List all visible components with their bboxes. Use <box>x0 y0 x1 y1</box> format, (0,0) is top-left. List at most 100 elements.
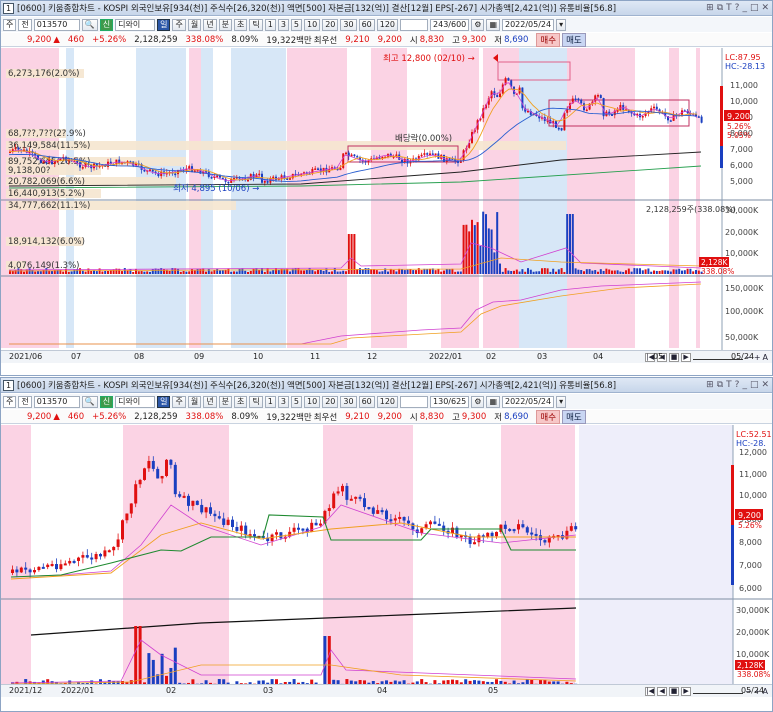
period-day[interactable]: 일 <box>157 395 171 408</box>
scroll-next-icon[interactable]: ▶ <box>681 352 692 362</box>
period-week[interactable]: 주 <box>172 395 186 408</box>
close-icon[interactable]: ✕ <box>761 3 769 13</box>
volume-bar <box>524 271 527 274</box>
interval-120[interactable]: 120 <box>376 18 399 31</box>
period-tick[interactable]: 틱 <box>249 18 263 31</box>
market-select[interactable]: 전 <box>18 395 32 408</box>
stop-icon[interactable]: ■ <box>669 686 680 696</box>
interval-10[interactable]: 10 <box>304 395 321 408</box>
pct-tag: 5.26% <box>727 122 751 131</box>
interval-1[interactable]: 1 <box>264 18 276 31</box>
trade-amount: 19,322백만 <box>266 412 312 423</box>
zoom-in-icon[interactable]: + <box>754 353 761 362</box>
candle <box>143 468 146 480</box>
date-input[interactable]: 2022/05/24 <box>502 18 555 31</box>
stop-icon[interactable]: ■ <box>669 352 680 362</box>
date-picker-icon[interactable]: ▾ <box>556 395 567 408</box>
bar-count[interactable]: 243/600 <box>430 18 470 31</box>
interval-120[interactable]: 120 <box>376 395 399 408</box>
interval-10[interactable]: 10 <box>304 18 321 31</box>
help-icon[interactable]: ? <box>735 3 740 13</box>
period-tick[interactable]: 틱 <box>249 395 263 408</box>
period-minute[interactable]: 분 <box>218 18 232 31</box>
volume-bar <box>191 268 193 274</box>
chart-settings-icon[interactable]: ⚙ <box>471 18 485 31</box>
scroll-next-icon[interactable]: ▶ <box>681 686 692 696</box>
interval-60[interactable]: 60 <box>358 395 375 408</box>
scroll-first-icon[interactable]: |◀ <box>645 686 656 696</box>
auto-icon[interactable]: A <box>763 353 768 362</box>
period-day[interactable]: 일 <box>157 18 171 31</box>
candle <box>429 153 431 155</box>
stock-badge-icon[interactable]: 신 <box>99 18 114 31</box>
font-icon[interactable]: T <box>726 380 732 390</box>
interval-custom-input[interactable] <box>400 18 429 31</box>
stock-code-input[interactable]: 013570 <box>33 18 80 31</box>
high-price: 9,300 <box>461 34 487 45</box>
buy-button[interactable]: 매수 <box>536 32 561 47</box>
volume-bar <box>521 269 524 274</box>
stock-badge-icon[interactable]: 신 <box>99 395 114 408</box>
stock-code-input[interactable]: 013570 <box>33 395 80 408</box>
buy-button[interactable]: 매수 <box>536 409 561 424</box>
turnover: 8.09% <box>231 34 259 45</box>
volume-bar <box>163 269 165 274</box>
price-chart-area-zoomed[interactable]: LC:52.51 HC:-28. 12,00011,00010,0009,000… <box>1 425 773 688</box>
calendar-icon[interactable]: ▦ <box>486 395 500 408</box>
chart-settings-icon[interactable]: ⚙ <box>471 395 485 408</box>
maximize-icon[interactable]: □ <box>750 380 759 390</box>
date-picker-icon[interactable]: ▾ <box>556 18 567 31</box>
interval-3[interactable]: 3 <box>277 18 289 31</box>
sell-button[interactable]: 매도 <box>562 409 586 424</box>
font-icon[interactable]: T <box>726 3 732 13</box>
interval-3[interactable]: 3 <box>277 395 289 408</box>
interval-custom-input[interactable] <box>400 395 429 408</box>
bar-count[interactable]: 130/625 <box>430 395 470 408</box>
period-second[interactable]: 초 <box>233 18 248 31</box>
interval-30[interactable]: 30 <box>340 395 357 408</box>
copy-icon[interactable]: ⧉ <box>717 3 723 13</box>
period-year[interactable]: 년 <box>203 18 217 31</box>
zoom-slider[interactable] <box>693 688 744 694</box>
minimize-icon[interactable]: _ <box>742 380 747 390</box>
interval-20[interactable]: 20 <box>322 18 339 31</box>
volume-bar <box>230 271 233 274</box>
lc-marker <box>720 86 723 146</box>
calendar-icon[interactable]: ▦ <box>486 18 500 31</box>
copy-icon[interactable]: ⧉ <box>717 380 723 390</box>
sell-button[interactable]: 매도 <box>562 32 586 47</box>
scroll-prev-icon[interactable]: ◀ <box>657 686 668 696</box>
volume-bar <box>227 268 230 274</box>
candle <box>81 555 85 558</box>
link-icon[interactable]: ⊞ <box>706 380 714 390</box>
link-icon[interactable]: ⊞ <box>706 3 714 13</box>
price-chart-area[interactable]: 6,273,176(2.0%)68,7??,7??(2?.9%)36,149,5… <box>1 48 773 351</box>
interval-5[interactable]: 5 <box>290 18 302 31</box>
period-second[interactable]: 초 <box>233 395 248 408</box>
candle <box>19 567 23 573</box>
chart-type-select[interactable]: 주 <box>3 18 17 31</box>
interval-20[interactable]: 20 <box>322 395 339 408</box>
search-icon[interactable]: 🔍 <box>81 18 98 31</box>
minimize-icon[interactable]: _ <box>742 3 747 13</box>
current-price: 9,200 <box>27 411 52 422</box>
low-label: 저 <box>494 35 503 46</box>
help-icon[interactable]: ? <box>735 380 740 390</box>
period-month[interactable]: 월 <box>187 395 202 408</box>
period-year[interactable]: 년 <box>203 395 217 408</box>
market-select[interactable]: 전 <box>18 18 32 31</box>
period-minute[interactable]: 분 <box>218 395 232 408</box>
volume-bar <box>473 225 476 274</box>
search-icon[interactable]: 🔍 <box>81 395 98 408</box>
date-tick: 09 <box>194 352 205 361</box>
interval-5[interactable]: 5 <box>290 395 302 408</box>
interval-30[interactable]: 30 <box>340 18 357 31</box>
maximize-icon[interactable]: □ <box>750 3 759 13</box>
interval-60[interactable]: 60 <box>358 18 375 31</box>
chart-type-select[interactable]: 주 <box>3 395 17 408</box>
date-input[interactable]: 2022/05/24 <box>502 395 555 408</box>
close-icon[interactable]: ✕ <box>761 380 769 390</box>
period-week[interactable]: 주 <box>172 18 186 31</box>
period-month[interactable]: 월 <box>187 18 202 31</box>
interval-1[interactable]: 1 <box>264 395 276 408</box>
